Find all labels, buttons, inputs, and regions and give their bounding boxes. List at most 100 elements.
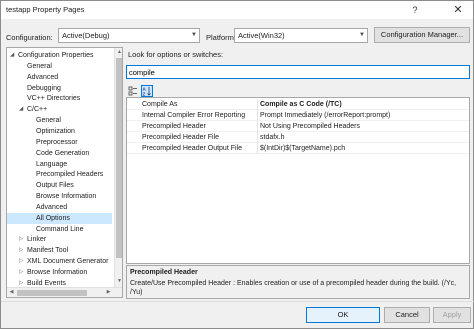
tree-item[interactable]: Debugging [7, 83, 112, 94]
tree-item[interactable]: ◢ C/C++ [7, 104, 112, 115]
tree-item[interactable]: Output Files [7, 180, 112, 191]
grid-row[interactable]: Precompiled Header File stdafx.h [127, 132, 469, 143]
ok-button[interactable]: OK [306, 307, 380, 323]
property-name: Compile As [142, 101, 178, 108]
scroll-right-icon[interactable]: ▶ [104, 288, 113, 297]
scroll-thumb[interactable] [116, 58, 122, 258]
title-bar: testapp Property Pages ? ✕ [1, 1, 473, 19]
property-name: Internal Compiler Error Reporting [142, 112, 246, 119]
property-value[interactable]: Compile as C Code (/TC) [260, 99, 342, 110]
chevron-down-icon: ▼ [191, 32, 197, 38]
grid-row[interactable]: Precompiled Header Output File $(IntDir)$… [127, 143, 469, 154]
alphabetical-icon: A Z [143, 87, 151, 97]
tree-item[interactable]: ▷ Browse Information [7, 267, 112, 278]
description-title: Precompiled Header [130, 269, 198, 276]
property-name: Precompiled Header File [142, 134, 220, 141]
tree-item-label: Optimization [36, 127, 75, 135]
property-value[interactable]: Not Using Precompiled Headers [260, 121, 360, 132]
tree-item-label: Language [36, 160, 68, 168]
divider [1, 301, 474, 302]
column-separator [257, 121, 258, 132]
alphabetical-button[interactable]: A Z [141, 85, 153, 97]
scroll-down-icon[interactable]: ▼ [115, 277, 122, 286]
property-value[interactable]: Prompt Immediately (/errorReport:prompt) [260, 110, 390, 121]
tree-item-label: C/C++ [27, 106, 48, 114]
search-input[interactable] [126, 65, 470, 79]
tree-item[interactable]: General [7, 115, 112, 126]
search-hint-label: Look for options or switches: [128, 50, 224, 59]
configuration-label: Configuration: [6, 33, 53, 42]
tree-item[interactable]: All Options [7, 212, 112, 224]
scroll-up-icon[interactable]: ▲ [115, 48, 122, 57]
tree-item[interactable]: Precompiled Headers [7, 169, 112, 180]
cancel-button[interactable]: Cancel [384, 307, 430, 323]
collapsed-arrow-icon[interactable]: ▷ [19, 245, 23, 256]
tree-item-label: Output Files [36, 182, 74, 190]
description-panel: Precompiled Header Create/Use Precompile… [126, 265, 470, 299]
tree-item[interactable]: Browse Information [7, 191, 112, 202]
tree-item[interactable]: General [7, 61, 112, 72]
tree-item-label: Code Generation [36, 149, 90, 157]
property-tree[interactable]: ◢ Configuration Properties General Advanced… [6, 47, 123, 298]
tree-item[interactable]: Preprocessor [7, 137, 112, 148]
expanded-arrow-icon[interactable]: ◢ [19, 104, 23, 115]
property-value[interactable]: $(IntDir)$(TargetName).pch [260, 143, 345, 154]
tree-item[interactable]: Language [7, 159, 112, 170]
tree-item-label: Advanced [27, 73, 59, 81]
tree-item[interactable]: VC++ Directories [7, 93, 112, 104]
svg-text:Z: Z [143, 92, 146, 97]
description-text: Create/Use Precompiled Header : Enables … [130, 280, 457, 296]
platform-dropdown[interactable]: Active(Win32) ▼ [234, 28, 368, 43]
apply-button[interactable]: Apply [433, 307, 471, 323]
tree-item[interactable]: ▷ XML Document Generator [7, 256, 112, 267]
categorized-icon [128, 86, 137, 96]
configuration-manager-button[interactable]: Configuration Manager... [374, 27, 470, 43]
tree-item-label: General [36, 117, 61, 125]
configuration-dropdown[interactable]: Active(Debug) ▼ [58, 28, 200, 43]
tree-item[interactable]: Optimization [7, 126, 112, 137]
property-value[interactable]: stdafx.h [260, 132, 285, 143]
collapsed-arrow-icon[interactable]: ▷ [19, 267, 23, 278]
platform-value: Active(Win32) [238, 31, 285, 40]
tree-item-label: Command Line [36, 225, 84, 233]
grid-row[interactable]: Internal Compiler Error Reporting Prompt … [127, 110, 469, 121]
expanded-arrow-icon[interactable]: ◢ [10, 50, 14, 61]
tree-horizontal-scrollbar[interactable]: ◀ ▶ [7, 287, 122, 297]
tree-item[interactable]: ▷ Manifest Tool [7, 245, 112, 256]
collapsed-arrow-icon[interactable]: ▷ [19, 234, 23, 245]
scroll-left-icon[interactable]: ◀ [7, 288, 16, 297]
window-title: testapp Property Pages [6, 5, 85, 14]
tree-vertical-scrollbar[interactable]: ▲ ▼ [114, 48, 122, 287]
categorized-button[interactable] [127, 85, 139, 97]
tree-item-label: Linker [27, 236, 47, 244]
tree-item-label: Browse Information [36, 193, 97, 201]
tree-item[interactable]: Advanced [7, 202, 112, 213]
tree-item[interactable]: Code Generation [7, 148, 112, 159]
property-grid[interactable]: Compile As Compile as C Code (/TC) Interna… [126, 97, 470, 264]
tree-item-label: All Options [36, 214, 70, 222]
tree-item[interactable]: ▷ Linker [7, 234, 112, 245]
help-button[interactable]: ? [404, 2, 426, 18]
collapsed-arrow-icon[interactable]: ▷ [19, 256, 23, 267]
tree-item-label: Precompiled Headers [36, 171, 104, 179]
tree-item[interactable]: Advanced [7, 72, 112, 83]
tree-item[interactable]: ◢ Configuration Properties [7, 50, 112, 61]
column-separator [257, 99, 258, 110]
tree-item-label: Debugging [27, 84, 61, 92]
tree-item-label: XML Document Generator [27, 258, 109, 266]
property-name: Precompiled Header [142, 123, 206, 130]
grid-row[interactable]: Precompiled Header Not Using Precompiled … [127, 121, 469, 132]
platform-label: Platform: [206, 33, 237, 42]
tree-item-label: Advanced [36, 203, 68, 211]
tree-item-label: Preprocessor [36, 138, 78, 146]
configuration-value: Active(Debug) [62, 31, 110, 40]
scroll-thumb[interactable] [17, 290, 87, 296]
property-pages-window: testapp Property Pages ? ✕ Configuration… [0, 0, 474, 329]
column-separator [257, 110, 258, 121]
tree-item[interactable]: Command Line [7, 224, 112, 235]
close-button[interactable]: ✕ [445, 2, 471, 18]
property-name: Precompiled Header Output File [142, 145, 242, 152]
tree-item-label: Configuration Properties [18, 52, 94, 59]
tree-item-label: VC++ Directories [27, 95, 81, 103]
grid-row[interactable]: Compile As Compile as C Code (/TC) [127, 99, 469, 110]
